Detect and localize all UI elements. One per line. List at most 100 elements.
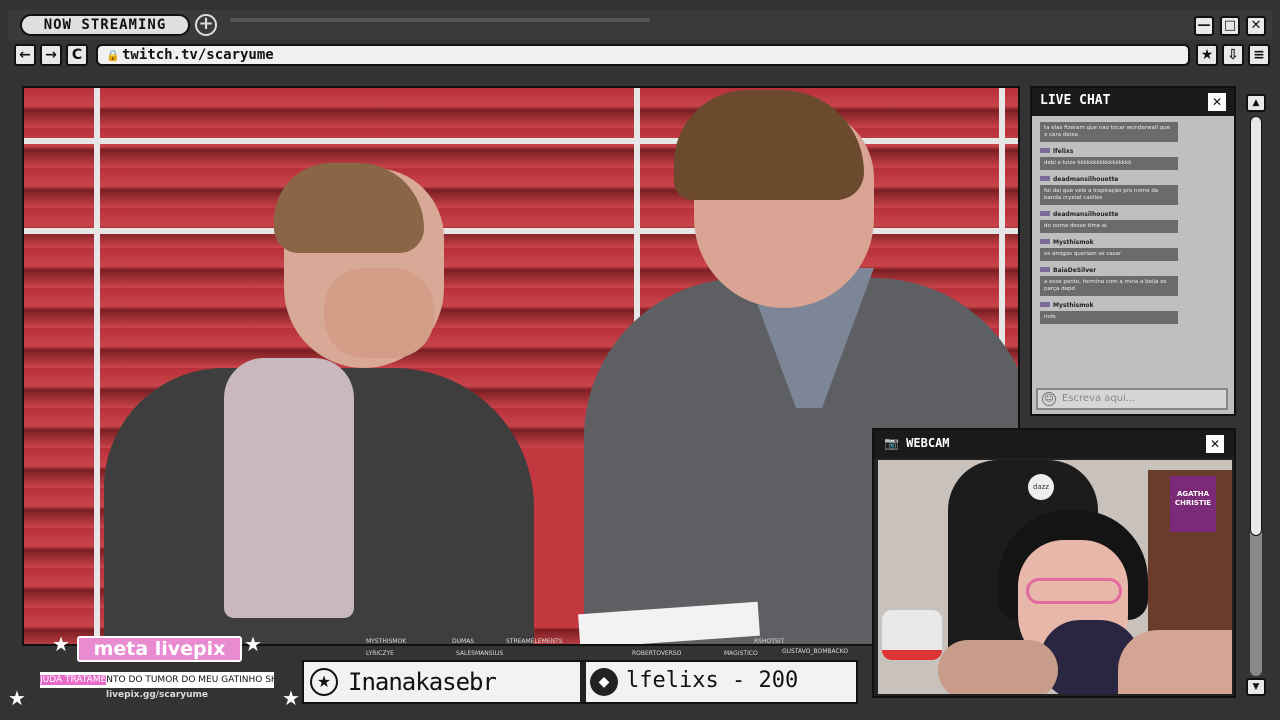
title-bar: NOW STREAMING + — □ ✕ <box>8 10 1272 40</box>
chat-message: Mysthismok os amigos queriam se casar <box>1040 239 1230 261</box>
badge-icon <box>1040 176 1050 181</box>
goal-ticker-text: NTO DO TUMOR DO MEU GATINHO SHIRO <box>106 675 274 685</box>
chat-input-placeholder: Escreva aqui... <box>1062 393 1136 404</box>
chat-username[interactable]: Mysthismok <box>1040 239 1230 246</box>
url-text[interactable]: twitch.tv/scaryume <box>122 47 274 63</box>
goal-ticker: JUDA TRATAMENTO DO TUMOR DO MEU GATINHO … <box>40 672 274 688</box>
chat-message: Mysthismok mds <box>1040 302 1230 324</box>
star-icon: ★ <box>310 668 338 696</box>
title-divider <box>230 18 650 22</box>
scroll-thumb[interactable] <box>1250 116 1262 536</box>
chat-input[interactable]: ☺ Escreva aqui... <box>1036 388 1228 410</box>
scroll-down-button[interactable]: ▼ <box>1246 678 1266 696</box>
toy-robot <box>882 610 942 660</box>
chat-message-text: foi dai que veio a inspiração pro nome d… <box>1040 185 1178 205</box>
badge-icon <box>1040 267 1050 272</box>
chat-message: ta elas fizeram que nao tocar wonderwall… <box>1040 122 1230 142</box>
webcam-title: 📷 WEBCAM <box>884 436 950 450</box>
badge-icon <box>1040 211 1050 216</box>
diamond-icon: ◆ <box>590 668 618 696</box>
viewer-name: SALESMANSILIS <box>456 650 504 657</box>
chat-username[interactable]: deadmansilhouette <box>1040 176 1230 183</box>
railing <box>24 138 1018 144</box>
badge-icon <box>1040 239 1050 244</box>
star-icon: ★ <box>52 632 70 656</box>
goal-ticker-highlight: JUDA TRATAME <box>40 675 107 685</box>
chat-username-text: lfelixs <box>1053 148 1074 155</box>
star-icon: ★ <box>282 686 300 710</box>
chat-username[interactable]: BaiaDeSilver <box>1040 267 1230 274</box>
chat-message: deadmansilhouette foi dai que veio a ins… <box>1040 176 1230 205</box>
chat-message: lfelixs debi e luize kkkkkkkkkkkkkkkkk <box>1040 148 1230 170</box>
viewer-names-strip: MYSTHISMOK DUMAS STREAMELEMENTS RSHOTSIT… <box>360 638 870 660</box>
badge-icon <box>1040 302 1050 307</box>
forward-button[interactable]: → <box>40 44 62 66</box>
chat-message-text: ta elas fizeram que nao tocar wonderwall… <box>1040 122 1178 142</box>
chat-username-text: Mysthismok <box>1053 302 1094 309</box>
menu-icon[interactable]: ≡ <box>1248 44 1270 66</box>
stream-video[interactable] <box>22 86 1020 646</box>
chat-message-text: debi e luize kkkkkkkkkkkkkkkkk <box>1040 157 1178 170</box>
close-window-button[interactable]: ✕ <box>1246 16 1266 36</box>
navigation-bar: ← → C 🔒 twitch.tv/scaryume ★ ⇩ ≡ <box>8 42 1272 70</box>
page-scrollbar[interactable]: ▲ ▼ <box>1246 94 1266 698</box>
chat-username-text: deadmansilhouette <box>1053 211 1119 218</box>
chat-header: LIVE CHAT ✕ <box>1032 88 1234 116</box>
address-bar[interactable]: 🔒 twitch.tv/scaryume <box>96 44 1190 66</box>
live-chat-panel: LIVE CHAT ✕ ta elas fizeram que nao toca… <box>1030 86 1236 416</box>
chair-logo: dazz <box>1028 474 1054 500</box>
browser-window: NOW STREAMING + — □ ✕ ← → C 🔒 twitch.tv/… <box>0 0 1280 720</box>
chat-message: BaiaDeSilver a esse ponto, termina com a… <box>1040 267 1230 296</box>
viewer-name: GUSTAVO_BOMBACKO <box>782 648 849 655</box>
badge-icon <box>1040 148 1050 153</box>
download-icon[interactable]: ⇩ <box>1222 44 1244 66</box>
chat-message-text: os amigos queriam se casar <box>1040 248 1178 261</box>
person-left-shirt <box>224 358 354 618</box>
reload-button[interactable]: C <box>66 44 88 66</box>
goal-url: livepix.gg/scaryume <box>105 690 209 700</box>
scroll-track[interactable] <box>1250 116 1262 676</box>
chat-username-text: BaiaDeSilver <box>1053 267 1097 274</box>
now-streaming-pill: NOW STREAMING <box>20 14 190 36</box>
latest-bits: lfelixs - 200 <box>626 668 799 693</box>
viewer-name: ROBERTOVERSO <box>632 650 682 657</box>
star-icon: ★ <box>244 632 262 656</box>
livepix-goal-widget: ★ ★ meta livepix JUDA TRATAMENTO DO TUMO… <box>8 632 300 712</box>
webcam-panel: 📷 WEBCAM ✕ AGATHA CHRISTIE dazz <box>872 428 1236 698</box>
streamer-shoulder <box>1118 630 1232 694</box>
chat-title: LIVE CHAT <box>1040 93 1111 108</box>
webcam-video[interactable]: AGATHA CHRISTIE dazz <box>878 460 1232 694</box>
close-webcam-button[interactable]: ✕ <box>1206 435 1224 453</box>
webcam-title-text: WEBCAM <box>906 436 950 450</box>
emoji-icon[interactable]: ☺ <box>1042 392 1056 406</box>
railing-post <box>94 88 100 644</box>
close-chat-button[interactable]: ✕ <box>1208 93 1226 111</box>
viewer-name: LYRICZYE <box>366 650 394 657</box>
bookmark-star-icon[interactable]: ★ <box>1196 44 1218 66</box>
latest-sub-name: Inanakasebr <box>348 668 497 696</box>
star-icon: ★ <box>8 686 26 710</box>
minimize-button[interactable]: — <box>1194 16 1214 36</box>
chat-username[interactable]: deadmansilhouette <box>1040 211 1230 218</box>
viewer-name: STREAMELEMENTS <box>506 638 563 645</box>
new-tab-button[interactable]: + <box>195 14 217 36</box>
person-left-hand <box>324 268 434 358</box>
recent-subs-bar: ★ Inanakasebr ◆ lfelixs - 200 <box>302 660 858 704</box>
lock-icon: 🔒 <box>106 49 120 62</box>
chat-message-text: mds <box>1040 311 1178 324</box>
scroll-up-button[interactable]: ▲ <box>1246 94 1266 112</box>
livepix-goal-label: meta livepix <box>77 636 242 662</box>
chat-username[interactable]: lfelixs <box>1040 148 1230 155</box>
viewer-name: RSHOTSIT <box>754 638 785 645</box>
chat-message-text: a esse ponto, termina com a mina a beija… <box>1040 276 1178 296</box>
webcam-header: 📷 WEBCAM ✕ <box>874 430 1234 458</box>
chat-username-text: Mysthismok <box>1053 239 1094 246</box>
viewer-name: MYSTHISMOK <box>366 638 407 645</box>
viewer-name: DUMAS <box>452 638 475 645</box>
maximize-button[interactable]: □ <box>1220 16 1240 36</box>
chat-message-text: do nome desse time ai <box>1040 220 1178 233</box>
back-button[interactable]: ← <box>14 44 36 66</box>
chat-messages[interactable]: ta elas fizeram que nao tocar wonderwall… <box>1040 122 1230 384</box>
divider <box>580 662 586 702</box>
chat-username[interactable]: Mysthismok <box>1040 302 1230 309</box>
